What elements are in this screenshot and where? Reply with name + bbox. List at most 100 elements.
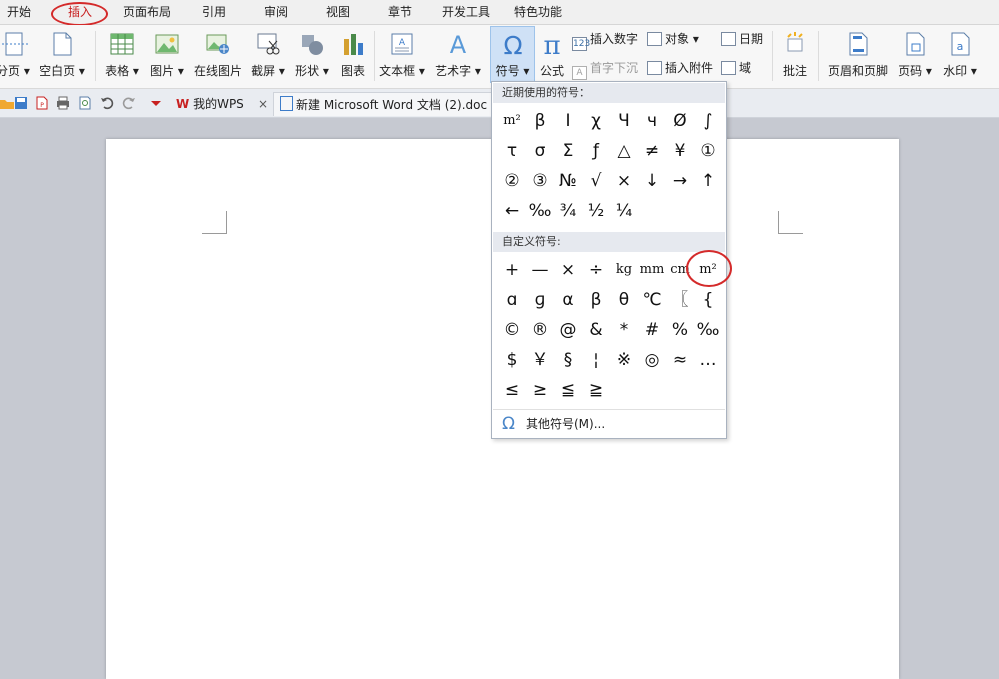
custom-symbol[interactable]: & — [582, 315, 610, 345]
export-pdf-icon[interactable]: P — [35, 96, 49, 110]
doc-tab-active-document[interactable]: 新建 Microsoft Word 文档 (2).doc — [273, 92, 503, 116]
custom-symbol[interactable]: ※ — [610, 345, 638, 375]
close-tab-icon[interactable]: × — [258, 92, 268, 116]
recent-symbol[interactable]: ③ — [526, 166, 554, 196]
chart-button[interactable]: 图表 — [336, 27, 370, 85]
recent-symbol[interactable]: σ — [526, 136, 554, 166]
custom-symbol[interactable]: ‰ — [694, 315, 722, 345]
recent-symbol[interactable]: ¼ — [610, 196, 638, 226]
recent-symbol[interactable]: ← — [498, 196, 526, 226]
recent-symbol[interactable]: ½ — [582, 196, 610, 226]
tab-references[interactable]: 引用 — [202, 3, 226, 21]
recent-symbol[interactable]: τ — [498, 136, 526, 166]
custom-symbol[interactable]: × — [554, 255, 582, 285]
print-icon[interactable] — [56, 96, 70, 110]
recent-symbol[interactable]: → — [666, 166, 694, 196]
custom-symbol[interactable]: * — [610, 315, 638, 345]
custom-symbol[interactable]: $ — [498, 345, 526, 375]
comment-button[interactable]: 批注 — [777, 27, 813, 85]
custom-symbol[interactable]: © — [498, 315, 526, 345]
tab-review[interactable]: 审阅 — [264, 3, 288, 21]
custom-symbol[interactable]: + — [498, 255, 526, 285]
custom-symbol[interactable]: ÷ — [582, 255, 610, 285]
date-button[interactable]: 日期 — [721, 29, 763, 49]
undo-icon[interactable] — [100, 96, 114, 110]
recent-symbol[interactable]: ∫ — [694, 106, 722, 136]
custom-symbol[interactable]: ￥ — [526, 345, 554, 375]
insert-number-button[interactable]: 123插入数字 — [572, 29, 638, 51]
custom-symbol[interactable]: ≈ — [666, 345, 694, 375]
drop-cap-button[interactable]: A 首字下沉 — [572, 58, 638, 80]
redo-icon[interactable] — [122, 96, 136, 110]
print-preview-icon[interactable] — [78, 96, 92, 110]
recent-symbol[interactable]: β — [526, 106, 554, 136]
recent-symbol[interactable]: ≠ — [638, 136, 666, 166]
custom-symbol[interactable]: # — [638, 315, 666, 345]
folder-open-icon[interactable] — [0, 96, 14, 110]
page-break-button[interactable]: 分页 ▾ — [0, 27, 30, 85]
custom-symbol[interactable]: ɡ — [526, 285, 554, 315]
custom-symbol[interactable]: ≧ — [582, 375, 610, 405]
field-button[interactable]: 域 — [721, 58, 751, 78]
recent-symbol[interactable]: × — [610, 166, 638, 196]
custom-symbol[interactable]: cm — [666, 255, 694, 285]
recent-symbol[interactable]: m² — [498, 106, 526, 136]
custom-symbol[interactable]: m² — [694, 255, 722, 285]
recent-symbol[interactable]: ¾ — [554, 196, 582, 226]
wordart-button[interactable]: A 艺术字 ▾ — [432, 27, 484, 85]
recent-symbol[interactable]: ƒ — [582, 136, 610, 166]
custom-symbol[interactable]: ≦ — [554, 375, 582, 405]
recent-symbol[interactable]: Ø — [666, 106, 694, 136]
recent-symbol[interactable]: △ — [610, 136, 638, 166]
custom-symbol[interactable]: … — [694, 345, 722, 375]
recent-symbol[interactable]: Ч — [610, 106, 638, 136]
custom-symbol[interactable]: ɑ — [498, 285, 526, 315]
custom-symbol[interactable]: ≥ — [526, 375, 554, 405]
custom-symbol[interactable]: ¦ — [582, 345, 610, 375]
blank-page-button[interactable]: 空白页 ▾ — [36, 27, 88, 85]
screenshot-button[interactable]: 截屏 ▾ — [248, 27, 288, 85]
custom-symbol[interactable]: ® — [526, 315, 554, 345]
custom-symbol[interactable]: 〖 — [666, 285, 694, 315]
recent-symbol[interactable]: ч — [638, 106, 666, 136]
more-symbols-button[interactable]: Ω 其他符号(M)... — [493, 409, 725, 437]
custom-symbol[interactable]: ◎ — [638, 345, 666, 375]
tab-view[interactable]: 视图 — [326, 3, 350, 21]
formula-button[interactable]: π 公式 — [536, 27, 568, 85]
recent-symbol[interactable]: ‰ — [526, 196, 554, 226]
custom-symbol[interactable]: ℃ — [638, 285, 666, 315]
save-icon[interactable] — [14, 96, 28, 110]
recent-symbol[interactable]: χ — [582, 106, 610, 136]
shapes-button[interactable]: 形状 ▾ — [292, 27, 332, 85]
doc-tab-my-wps[interactable]: W 我的WPS × — [170, 92, 276, 116]
insert-attachment-button[interactable]: 插入附件 — [647, 58, 713, 78]
tab-home[interactable]: 开始 — [7, 3, 31, 21]
picture-button[interactable]: 图片 ▾ — [147, 27, 187, 85]
custom-symbol[interactable]: ≤ — [498, 375, 526, 405]
custom-symbol[interactable]: § — [554, 345, 582, 375]
custom-symbol[interactable]: mm — [638, 255, 666, 285]
custom-symbol[interactable]: α — [554, 285, 582, 315]
watermark-button[interactable]: a 水印 ▾ — [940, 27, 980, 85]
customize-dropdown-icon[interactable] — [149, 96, 163, 110]
tab-chapter[interactable]: 章节 — [388, 3, 412, 21]
textbox-button[interactable]: A 文本框 ▾ — [377, 27, 427, 85]
custom-symbol[interactable]: — — [526, 255, 554, 285]
tab-page-layout[interactable]: 页面布局 — [123, 3, 171, 21]
custom-symbol[interactable]: @ — [554, 315, 582, 345]
recent-symbol[interactable]: ↓ — [638, 166, 666, 196]
tab-developer[interactable]: 开发工具 — [442, 3, 490, 21]
recent-symbol[interactable]: √ — [582, 166, 610, 196]
custom-symbol[interactable]: θ — [610, 285, 638, 315]
recent-symbol[interactable]: № — [554, 166, 582, 196]
recent-symbol[interactable]: Ⅰ — [554, 106, 582, 136]
recent-symbol[interactable]: ① — [694, 136, 722, 166]
custom-symbol[interactable]: kg — [610, 255, 638, 285]
tab-special-features[interactable]: 特色功能 — [514, 3, 562, 21]
recent-symbol[interactable]: ↑ — [694, 166, 722, 196]
table-button[interactable]: 表格 ▾ — [102, 27, 142, 85]
object-button[interactable]: 对象 ▾ — [647, 29, 699, 49]
recent-symbol[interactable]: ¥ — [666, 136, 694, 166]
online-picture-button[interactable]: 在线图片 — [191, 27, 245, 85]
recent-symbol[interactable]: Σ — [554, 136, 582, 166]
